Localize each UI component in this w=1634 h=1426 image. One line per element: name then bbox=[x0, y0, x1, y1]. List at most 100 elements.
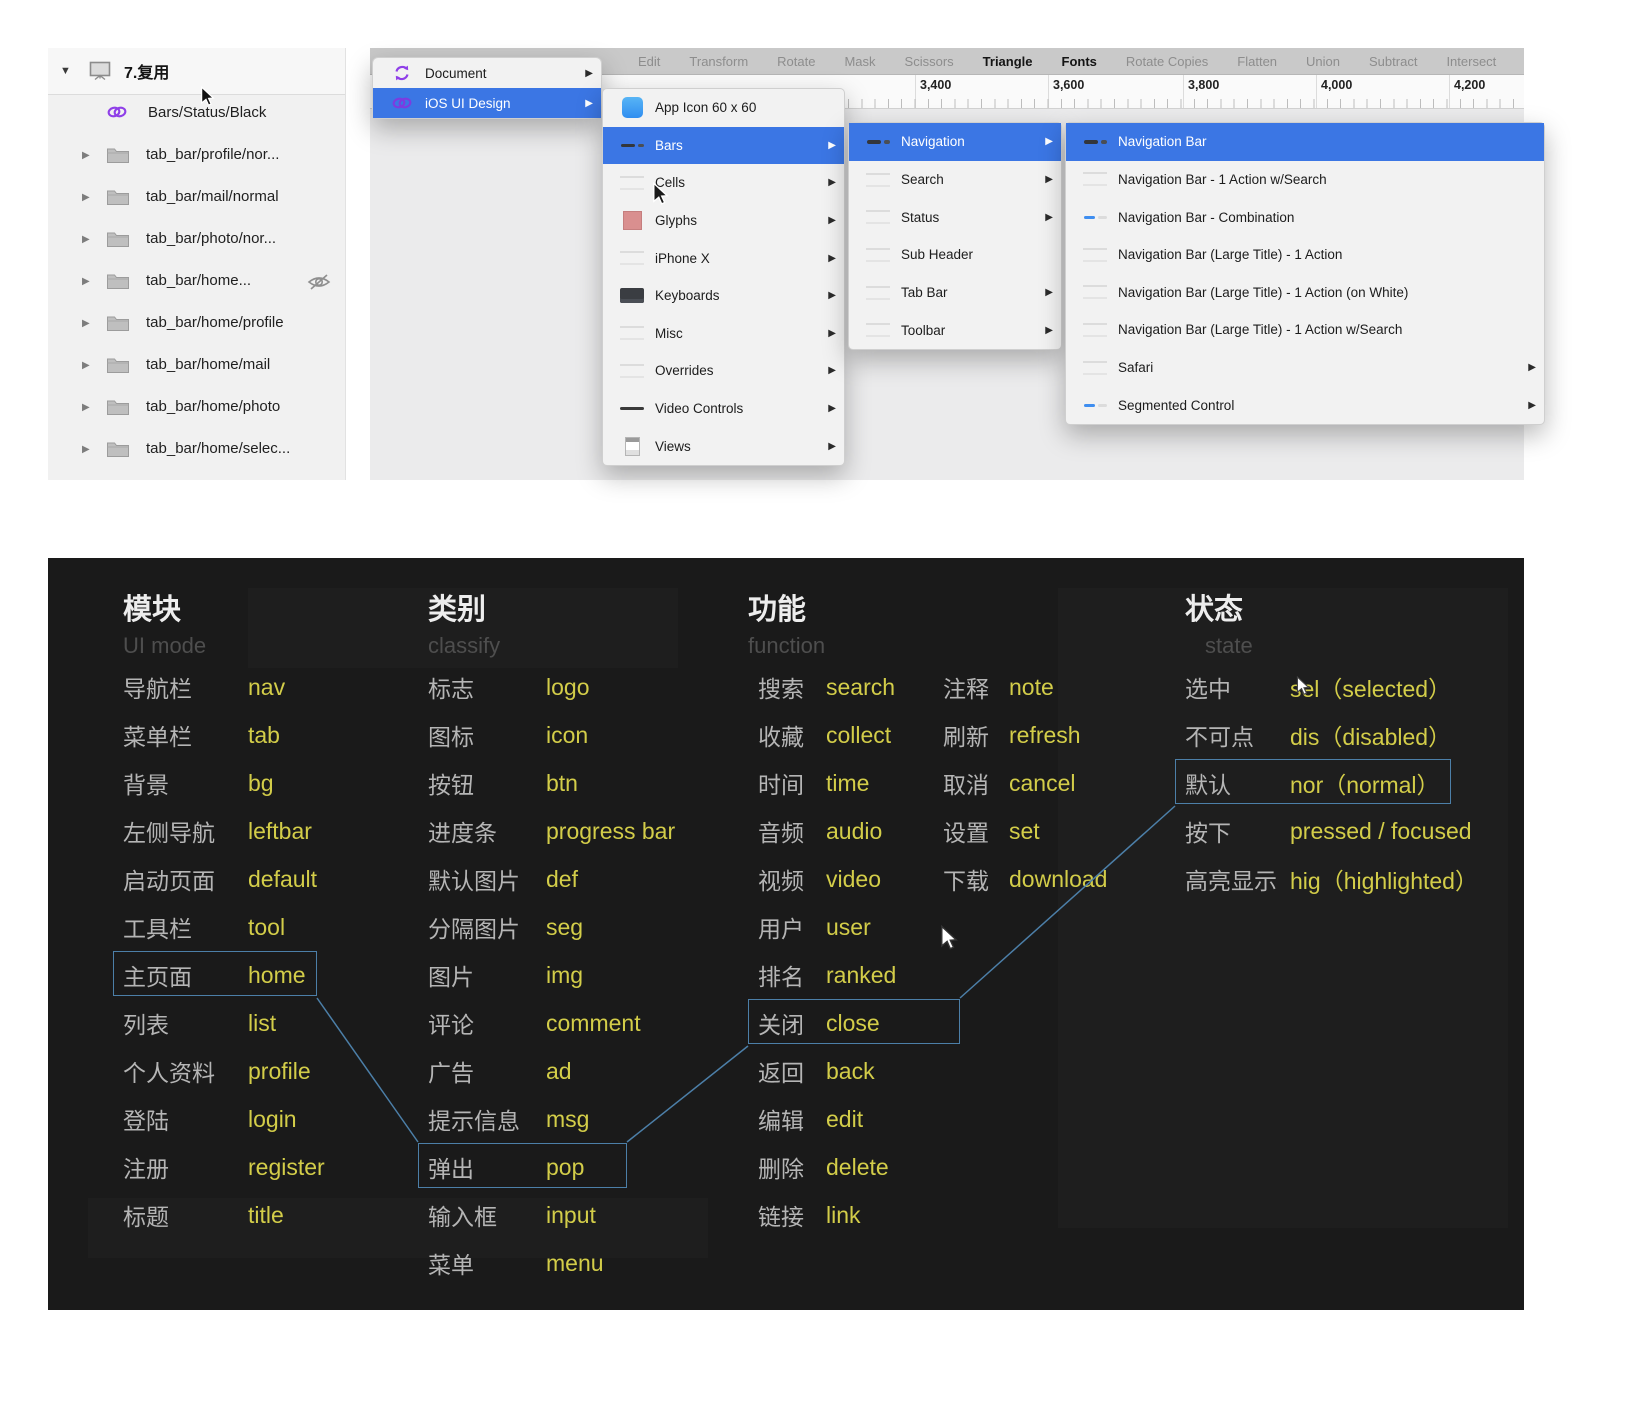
disclosure-right-icon[interactable]: ▶ bbox=[82, 360, 90, 371]
submenu-arrow-icon: ▶ bbox=[1045, 325, 1053, 336]
naming-row-def: 默认图片def bbox=[428, 855, 675, 903]
toolbar-item-scissors[interactable]: Scissors bbox=[905, 54, 954, 69]
disclosure-right-icon[interactable]: ▶ bbox=[82, 402, 90, 413]
toolbar-item-transform[interactable]: Transform bbox=[689, 54, 748, 69]
bluedash-icon bbox=[1078, 216, 1112, 219]
context-menu-level-1: Document▶iOS UI Design▶ bbox=[372, 57, 602, 119]
menu-item-segmented-control[interactable]: Segmented Control▶ bbox=[1066, 386, 1544, 424]
menu-item-navigation-bar[interactable]: Navigation Bar bbox=[1066, 123, 1544, 161]
menu-item-views[interactable]: Views▶ bbox=[603, 427, 844, 465]
toolbar-item-rotate-copies[interactable]: Rotate Copies bbox=[1126, 54, 1208, 69]
layer-row[interactable]: ▶ tab_bar/profile/nor... bbox=[48, 136, 345, 178]
term-english: title bbox=[248, 1202, 284, 1229]
darkdash-icon bbox=[1078, 140, 1112, 144]
hidden-eye-icon[interactable] bbox=[306, 272, 332, 297]
light-icon bbox=[861, 323, 895, 337]
toolbar-item-fonts[interactable]: Fonts bbox=[1062, 54, 1097, 69]
disclosure-right-icon[interactable]: ▶ bbox=[82, 276, 90, 287]
disclosure-down-icon[interactable]: ▼ bbox=[60, 65, 71, 77]
menu-item-label: Keyboards bbox=[655, 288, 820, 303]
menu-item-overrides[interactable]: Overrides▶ bbox=[603, 352, 844, 390]
menu-item-tab-bar[interactable]: Tab Bar▶ bbox=[849, 274, 1061, 312]
term-chinese: 广告 bbox=[428, 1054, 546, 1088]
toolbar-item-union[interactable]: Union bbox=[1306, 54, 1340, 69]
term-english: default bbox=[248, 866, 317, 893]
layer-row[interactable]: ▶ tab_bar/mail/normal bbox=[48, 178, 345, 220]
term-english: ad bbox=[546, 1058, 572, 1085]
term-chinese: 注册 bbox=[123, 1150, 248, 1184]
menu-item-ios-ui-design[interactable]: iOS UI Design▶ bbox=[373, 88, 601, 118]
column-title: 类别 bbox=[428, 586, 500, 628]
term-chinese: 返回 bbox=[758, 1054, 826, 1088]
menu-item-label: Navigation Bar - Combination bbox=[1118, 210, 1536, 225]
term-english: video bbox=[826, 866, 881, 893]
layer-row[interactable]: ▶tab_bar/home/mail bbox=[48, 346, 345, 388]
term-english: leftbar bbox=[248, 818, 312, 845]
menu-item-label: Video Controls bbox=[655, 401, 820, 416]
term-chinese: 音频 bbox=[758, 814, 826, 848]
toolbar-item-edit[interactable]: Edit bbox=[638, 54, 660, 69]
menu-item-navigation-bar-combination[interactable]: Navigation Bar - Combination bbox=[1066, 198, 1544, 236]
menu-item-iphone-x[interactable]: iPhone X▶ bbox=[603, 239, 844, 277]
term-chinese: 收藏 bbox=[758, 718, 826, 752]
layer-row[interactable]: ▶tab_bar/home/selec... bbox=[48, 430, 345, 472]
toolbar-item-rotate[interactable]: Rotate bbox=[777, 54, 815, 69]
toolbar-item-flatten[interactable]: Flatten bbox=[1237, 54, 1277, 69]
menu-item-video-controls[interactable]: Video Controls▶ bbox=[603, 390, 844, 428]
menu-item-document[interactable]: Document▶ bbox=[373, 58, 601, 88]
term-chinese: 按钮 bbox=[428, 766, 546, 800]
layer-row[interactable]: ▶tab_bar/photo/nor... bbox=[48, 220, 345, 262]
submenu-arrow-icon: ▶ bbox=[1045, 287, 1053, 298]
submenu-arrow-icon: ▶ bbox=[828, 215, 836, 226]
light-icon bbox=[1078, 285, 1112, 299]
toolbar-item-triangle[interactable]: Triangle bbox=[983, 54, 1033, 69]
menu-item-navigation-bar-large-title-1-action-w-search[interactable]: Navigation Bar (Large Title) - 1 Action … bbox=[1066, 311, 1544, 349]
layer-name: tab_bar/mail/normal bbox=[146, 188, 279, 205]
menu-item-navigation-bar-large-title-1-action[interactable]: Navigation Bar (Large Title) - 1 Action bbox=[1066, 236, 1544, 274]
menu-item-glyphs[interactable]: Glyphs▶ bbox=[603, 202, 844, 240]
screenshot-root: ▼ 7.复用 Bars/Status/Black ▶ tab_bar/profile… bbox=[0, 0, 1634, 1426]
layer-row[interactable]: ▶tab_bar/home/photo bbox=[48, 388, 345, 430]
menu-item-navigation-bar-1-action-w-search[interactable]: Navigation Bar - 1 Action w/Search bbox=[1066, 161, 1544, 199]
layer-row[interactable]: ▶tab_bar/home... bbox=[48, 262, 345, 304]
layer-name: tab_bar/profile/nor... bbox=[146, 146, 279, 163]
naming-row-img: 图片img bbox=[428, 951, 675, 999]
menu-item-navigation-bar-large-title-1-action-on-white-[interactable]: Navigation Bar (Large Title) - 1 Action … bbox=[1066, 274, 1544, 312]
naming-row-dis-disabled-: 不可点dis（disabled） bbox=[1185, 711, 1478, 759]
disclosure-right-icon[interactable]: ▶ bbox=[82, 444, 90, 455]
menu-item-app-icon-60-x-60[interactable]: App Icon 60 x 60 bbox=[603, 89, 844, 127]
artboard-row[interactable]: ▼ 7.复用 bbox=[48, 48, 345, 95]
menu-item-toolbar[interactable]: Toolbar▶ bbox=[849, 311, 1061, 349]
disclosure-right-icon[interactable]: ▶ bbox=[82, 192, 90, 203]
term-english: seg bbox=[546, 914, 583, 941]
menu-item-label: Views bbox=[655, 439, 820, 454]
term-chinese: 标题 bbox=[123, 1198, 248, 1232]
folder-icon bbox=[106, 272, 130, 295]
term-chinese: 工具栏 bbox=[123, 910, 248, 944]
layer-row[interactable]: Bars/Status/Black bbox=[48, 94, 345, 136]
disclosure-right-icon[interactable]: ▶ bbox=[82, 150, 90, 161]
term-english: pressed / focused bbox=[1290, 818, 1472, 845]
menu-item-cells[interactable]: Cells▶ bbox=[603, 164, 844, 202]
term-chinese: 编辑 bbox=[758, 1102, 826, 1136]
toolbar-item-intersect[interactable]: Intersect bbox=[1446, 54, 1496, 69]
menu-item-navigation[interactable]: Navigation▶ bbox=[849, 123, 1061, 161]
toolbar-item-subtract[interactable]: Subtract bbox=[1369, 54, 1417, 69]
table-header-classify: 类别classify bbox=[428, 586, 500, 659]
menu-item-bars[interactable]: Bars▶ bbox=[603, 127, 844, 165]
layer-row[interactable]: ▶tab_bar/home/profile bbox=[48, 304, 345, 346]
ruler-label: 3,800 bbox=[1188, 78, 1219, 92]
menu-item-status[interactable]: Status▶ bbox=[849, 198, 1061, 236]
menu-item-sub-header[interactable]: Sub Header bbox=[849, 236, 1061, 274]
menu-item-safari[interactable]: Safari▶ bbox=[1066, 349, 1544, 387]
column-subtitle: UI mode bbox=[123, 633, 206, 659]
term-chinese: 个人资料 bbox=[123, 1054, 248, 1088]
disclosure-right-icon[interactable]: ▶ bbox=[82, 318, 90, 329]
menu-item-keyboards[interactable]: Keyboards▶ bbox=[603, 277, 844, 315]
naming-row-video: 视频video bbox=[758, 855, 896, 903]
toolbar-item-mask[interactable]: Mask bbox=[844, 54, 875, 69]
menu-item-search[interactable]: Search▶ bbox=[849, 161, 1061, 199]
disclosure-right-icon[interactable]: ▶ bbox=[82, 234, 90, 245]
menu-item-misc[interactable]: Misc▶ bbox=[603, 315, 844, 353]
submenu-arrow-icon: ▶ bbox=[585, 68, 593, 79]
